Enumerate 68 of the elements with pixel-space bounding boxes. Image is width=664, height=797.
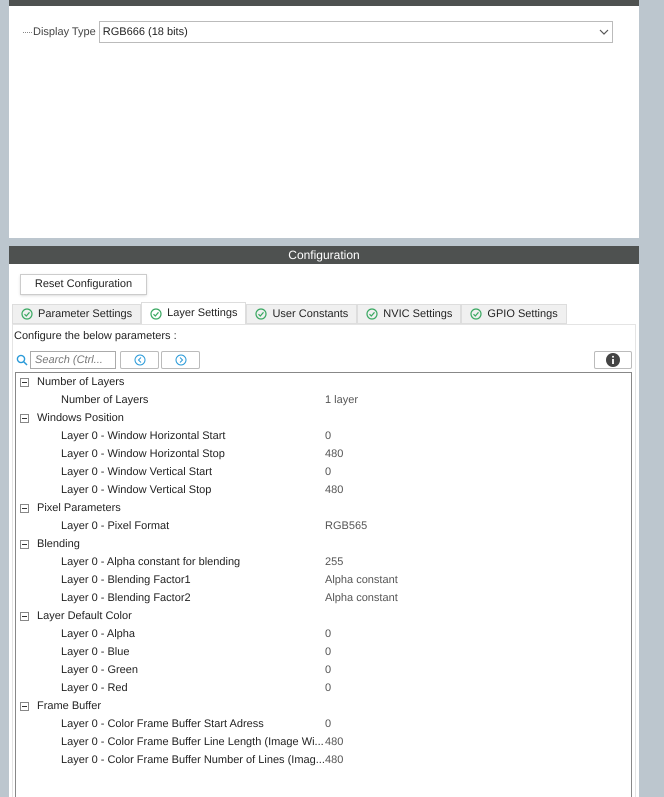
- parameter-value: Alpha constant: [325, 573, 398, 588]
- parameter-value: 0: [325, 645, 332, 660]
- parameter-value: 480: [325, 753, 344, 768]
- next-button[interactable]: [161, 350, 200, 368]
- previous-button[interactable]: [120, 350, 159, 368]
- tab[interactable]: NVIC Settings: [357, 304, 462, 324]
- parameter-name: Layer 0 - Color Frame Buffer Line Length (Image Wi...: [61, 735, 325, 750]
- group-label: Layer Default Color: [37, 609, 132, 624]
- parameter-value: RGB565: [325, 519, 368, 534]
- check-circle-icon: [470, 308, 482, 320]
- reset-configuration-button[interactable]: Reset Configuration: [20, 274, 147, 295]
- parameter-name: Layer 0 - Alpha: [61, 627, 136, 642]
- parameter-value: Alpha constant: [325, 591, 398, 606]
- parameter-name: Layer 0 - Color Frame Buffer Number of Lines (Imag...: [61, 753, 325, 768]
- parameter-value: 480: [325, 483, 344, 498]
- group-label: Blending: [37, 537, 80, 552]
- parameter-name: Layer 0 - Window Horizontal Start: [61, 429, 226, 444]
- parameter-name: Layer 0 - Window Vertical Start: [61, 465, 214, 480]
- parameter-value: 0: [325, 627, 332, 642]
- parameter-value: 0: [325, 663, 332, 678]
- chevron-down-icon: [598, 29, 609, 35]
- collapse-icon[interactable]: [20, 414, 29, 423]
- tab[interactable]: Layer Settings: [141, 302, 246, 324]
- collapse-icon[interactable]: [20, 612, 29, 621]
- parameter-value: 0: [325, 681, 332, 696]
- parameter-value: 1 layer: [325, 393, 358, 408]
- chevron-right-circle-icon: [174, 354, 186, 366]
- group-label: Windows Position: [37, 411, 124, 426]
- display-type-dropdown[interactable]: RGB666 (18 bits): [98, 21, 613, 43]
- parameter-value: 0: [325, 717, 332, 732]
- parameter-name: Layer 0 - Pixel Format: [61, 519, 170, 534]
- parameter-name: Layer 0 - Color Frame Buffer Start Adress: [61, 717, 265, 732]
- check-circle-icon: [150, 308, 162, 320]
- panel-header: Configuration: [9, 246, 639, 264]
- parameter-value: 480: [325, 735, 344, 750]
- info-button[interactable]: [594, 350, 632, 368]
- collapse-icon[interactable]: [20, 702, 29, 711]
- parameter-name: Layer 0 - Window Vertical Stop: [61, 483, 212, 498]
- parameter-value: 480: [325, 447, 344, 462]
- collapse-icon[interactable]: [20, 504, 29, 513]
- group-label: Frame Buffer: [37, 699, 101, 714]
- parameter-name: Layer 0 - Green: [61, 663, 140, 678]
- parameter-value: 255: [325, 555, 344, 570]
- parameter-name: Layer 0 - Red: [61, 681, 129, 696]
- parameter-value: 0: [325, 465, 332, 480]
- tab[interactable]: GPIO Settings: [461, 304, 567, 324]
- check-circle-icon: [366, 308, 378, 320]
- field-label: Display Type: [33, 24, 96, 40]
- check-circle-icon: [255, 308, 268, 320]
- parameter-name: Number of Layers: [61, 393, 150, 408]
- collapse-icon[interactable]: [20, 540, 29, 549]
- search-field[interactable]: Search (Ctrl...: [30, 350, 116, 368]
- tab[interactable]: Parameter Settings: [12, 304, 142, 324]
- parameter-name: Layer 0 - Blending Factor2: [61, 591, 192, 606]
- parameter-value: 0: [325, 429, 332, 444]
- tab[interactable]: User Constants: [246, 304, 358, 324]
- parameter-name: Layer 0 - Window Horizontal Stop: [61, 447, 226, 462]
- parameter-name: Layer 0 - Alpha constant for blending: [61, 555, 242, 570]
- instruction-text: Configure the below parameters :: [14, 329, 178, 344]
- group-label: Number of Layers: [37, 375, 124, 390]
- parameter-name: Layer 0 - Blue: [61, 645, 130, 660]
- search-icon: [16, 354, 28, 366]
- check-circle-icon: [21, 308, 33, 320]
- group-label: Pixel Parameters: [37, 501, 121, 516]
- info-icon: [606, 352, 620, 366]
- parameter-name: Layer 0 - Blending Factor1: [61, 573, 192, 588]
- collapse-icon[interactable]: [20, 378, 29, 387]
- chevron-left-circle-icon: [134, 354, 146, 366]
